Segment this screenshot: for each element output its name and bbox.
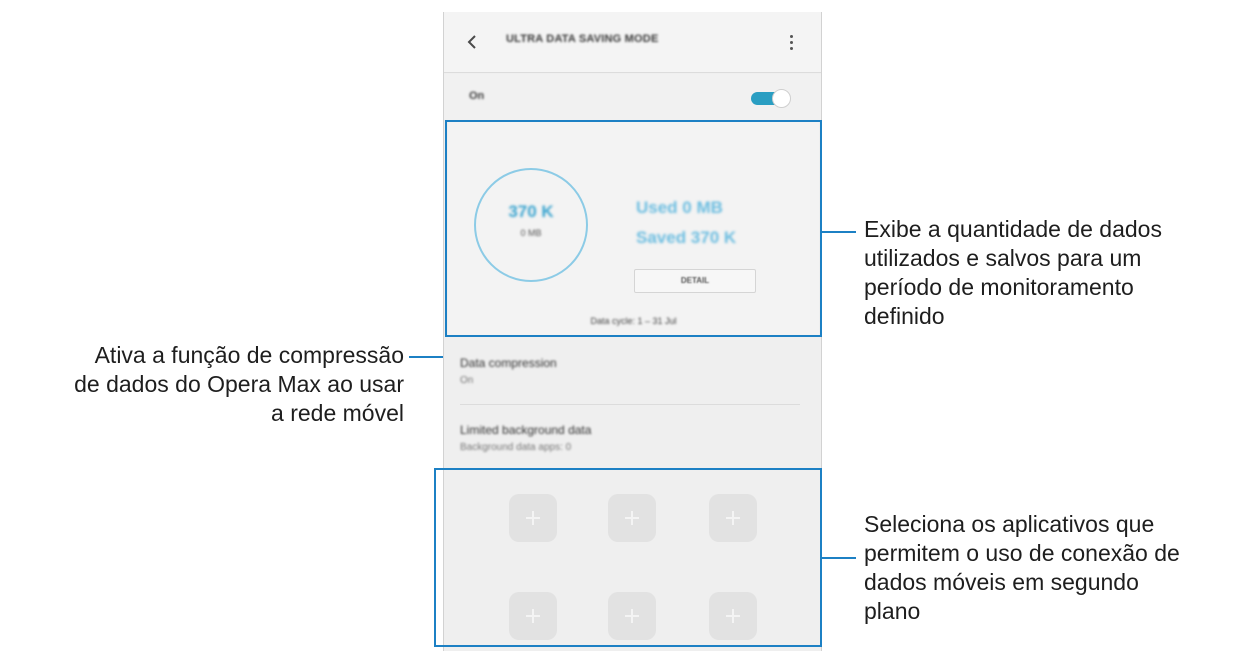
data-cycle-text: Data cycle: 1 – 31 Jul [590, 316, 677, 326]
callout-line-text: dados móveis em segundo [864, 569, 1139, 595]
detail-button-label: DETAIL [680, 276, 710, 285]
page-title: ULTRA DATA SAVING MODE [506, 33, 659, 45]
stats-callout: Exibe a quantidade de dados utilizados e… [864, 215, 1162, 331]
compression-callout: Ativa a função de compressão de dados do… [74, 341, 404, 428]
limited-background-data-value: Background data apps: 0 [460, 442, 572, 453]
callout-line-text: Ativa a função de compressão [94, 342, 404, 368]
ring-sub-value: 0 MB [520, 228, 542, 238]
plus-icon [625, 609, 639, 623]
chevron-left-icon [467, 35, 476, 49]
master-switch-label: On [469, 90, 485, 102]
app-selection-grid [448, 470, 819, 646]
add-app-slot[interactable] [509, 592, 557, 640]
add-app-slot[interactable] [709, 494, 757, 542]
limited-background-data-title: Limited background data [460, 423, 592, 437]
apps-callout: Seleciona os aplicativos que permitem o … [864, 510, 1180, 626]
data-compression-row[interactable]: Data compression On [444, 342, 821, 402]
saved-data-text: Saved 370 K [636, 228, 737, 247]
data-compression-title: Data compression [460, 356, 557, 370]
callout-line-text: a rede móvel [271, 400, 404, 426]
add-app-slot[interactable] [608, 592, 656, 640]
callout-line-text: permitem o uso de conexão de [864, 540, 1180, 566]
used-data-text: Used 0 MB [636, 198, 723, 217]
callout-line-text: Exibe a quantidade de dados [864, 216, 1162, 242]
app-bar: ULTRA DATA SAVING MODE [444, 12, 821, 72]
ring-saved-value: 370 K [508, 202, 554, 221]
toggle-knob [772, 89, 791, 108]
callout-line-text: plano [864, 598, 921, 624]
add-app-slot[interactable] [608, 494, 656, 542]
callout-line-text: utilizados e salvos para um [864, 245, 1142, 271]
add-app-slot[interactable] [709, 592, 757, 640]
plus-icon [726, 511, 740, 525]
detail-button[interactable]: DETAIL [634, 269, 756, 293]
divider [444, 72, 821, 73]
callout-line-text: período de monitoramento [864, 274, 1134, 300]
data-compression-value: On [460, 375, 474, 386]
callout-line-text: definido [864, 303, 945, 329]
divider [460, 404, 800, 405]
callout-line-text: Seleciona os aplicativos que [864, 511, 1155, 537]
plus-icon [625, 511, 639, 525]
stats-callout-line [822, 231, 856, 233]
limited-background-data-row[interactable]: Limited background data Background data … [444, 409, 821, 469]
callout-line-text: de dados do Opera Max ao usar [74, 371, 404, 397]
plus-icon [726, 609, 740, 623]
plus-icon [526, 609, 540, 623]
master-switch-row[interactable]: On [444, 74, 821, 120]
usage-ring [474, 168, 588, 282]
master-toggle[interactable] [751, 89, 791, 108]
plus-icon [526, 511, 540, 525]
add-app-slot[interactable] [509, 494, 557, 542]
apps-callout-line [822, 557, 856, 559]
back-button[interactable] [458, 28, 486, 56]
phone-screen: ULTRA DATA SAVING MODE On 370 K 0 MB Use… [443, 12, 822, 651]
more-options-button[interactable] [781, 30, 801, 54]
more-vertical-icon [789, 34, 793, 38]
usage-stats-card: 370 K 0 MB Used 0 MB Saved 370 K DETAIL … [448, 122, 819, 336]
compression-callout-line [409, 356, 443, 358]
